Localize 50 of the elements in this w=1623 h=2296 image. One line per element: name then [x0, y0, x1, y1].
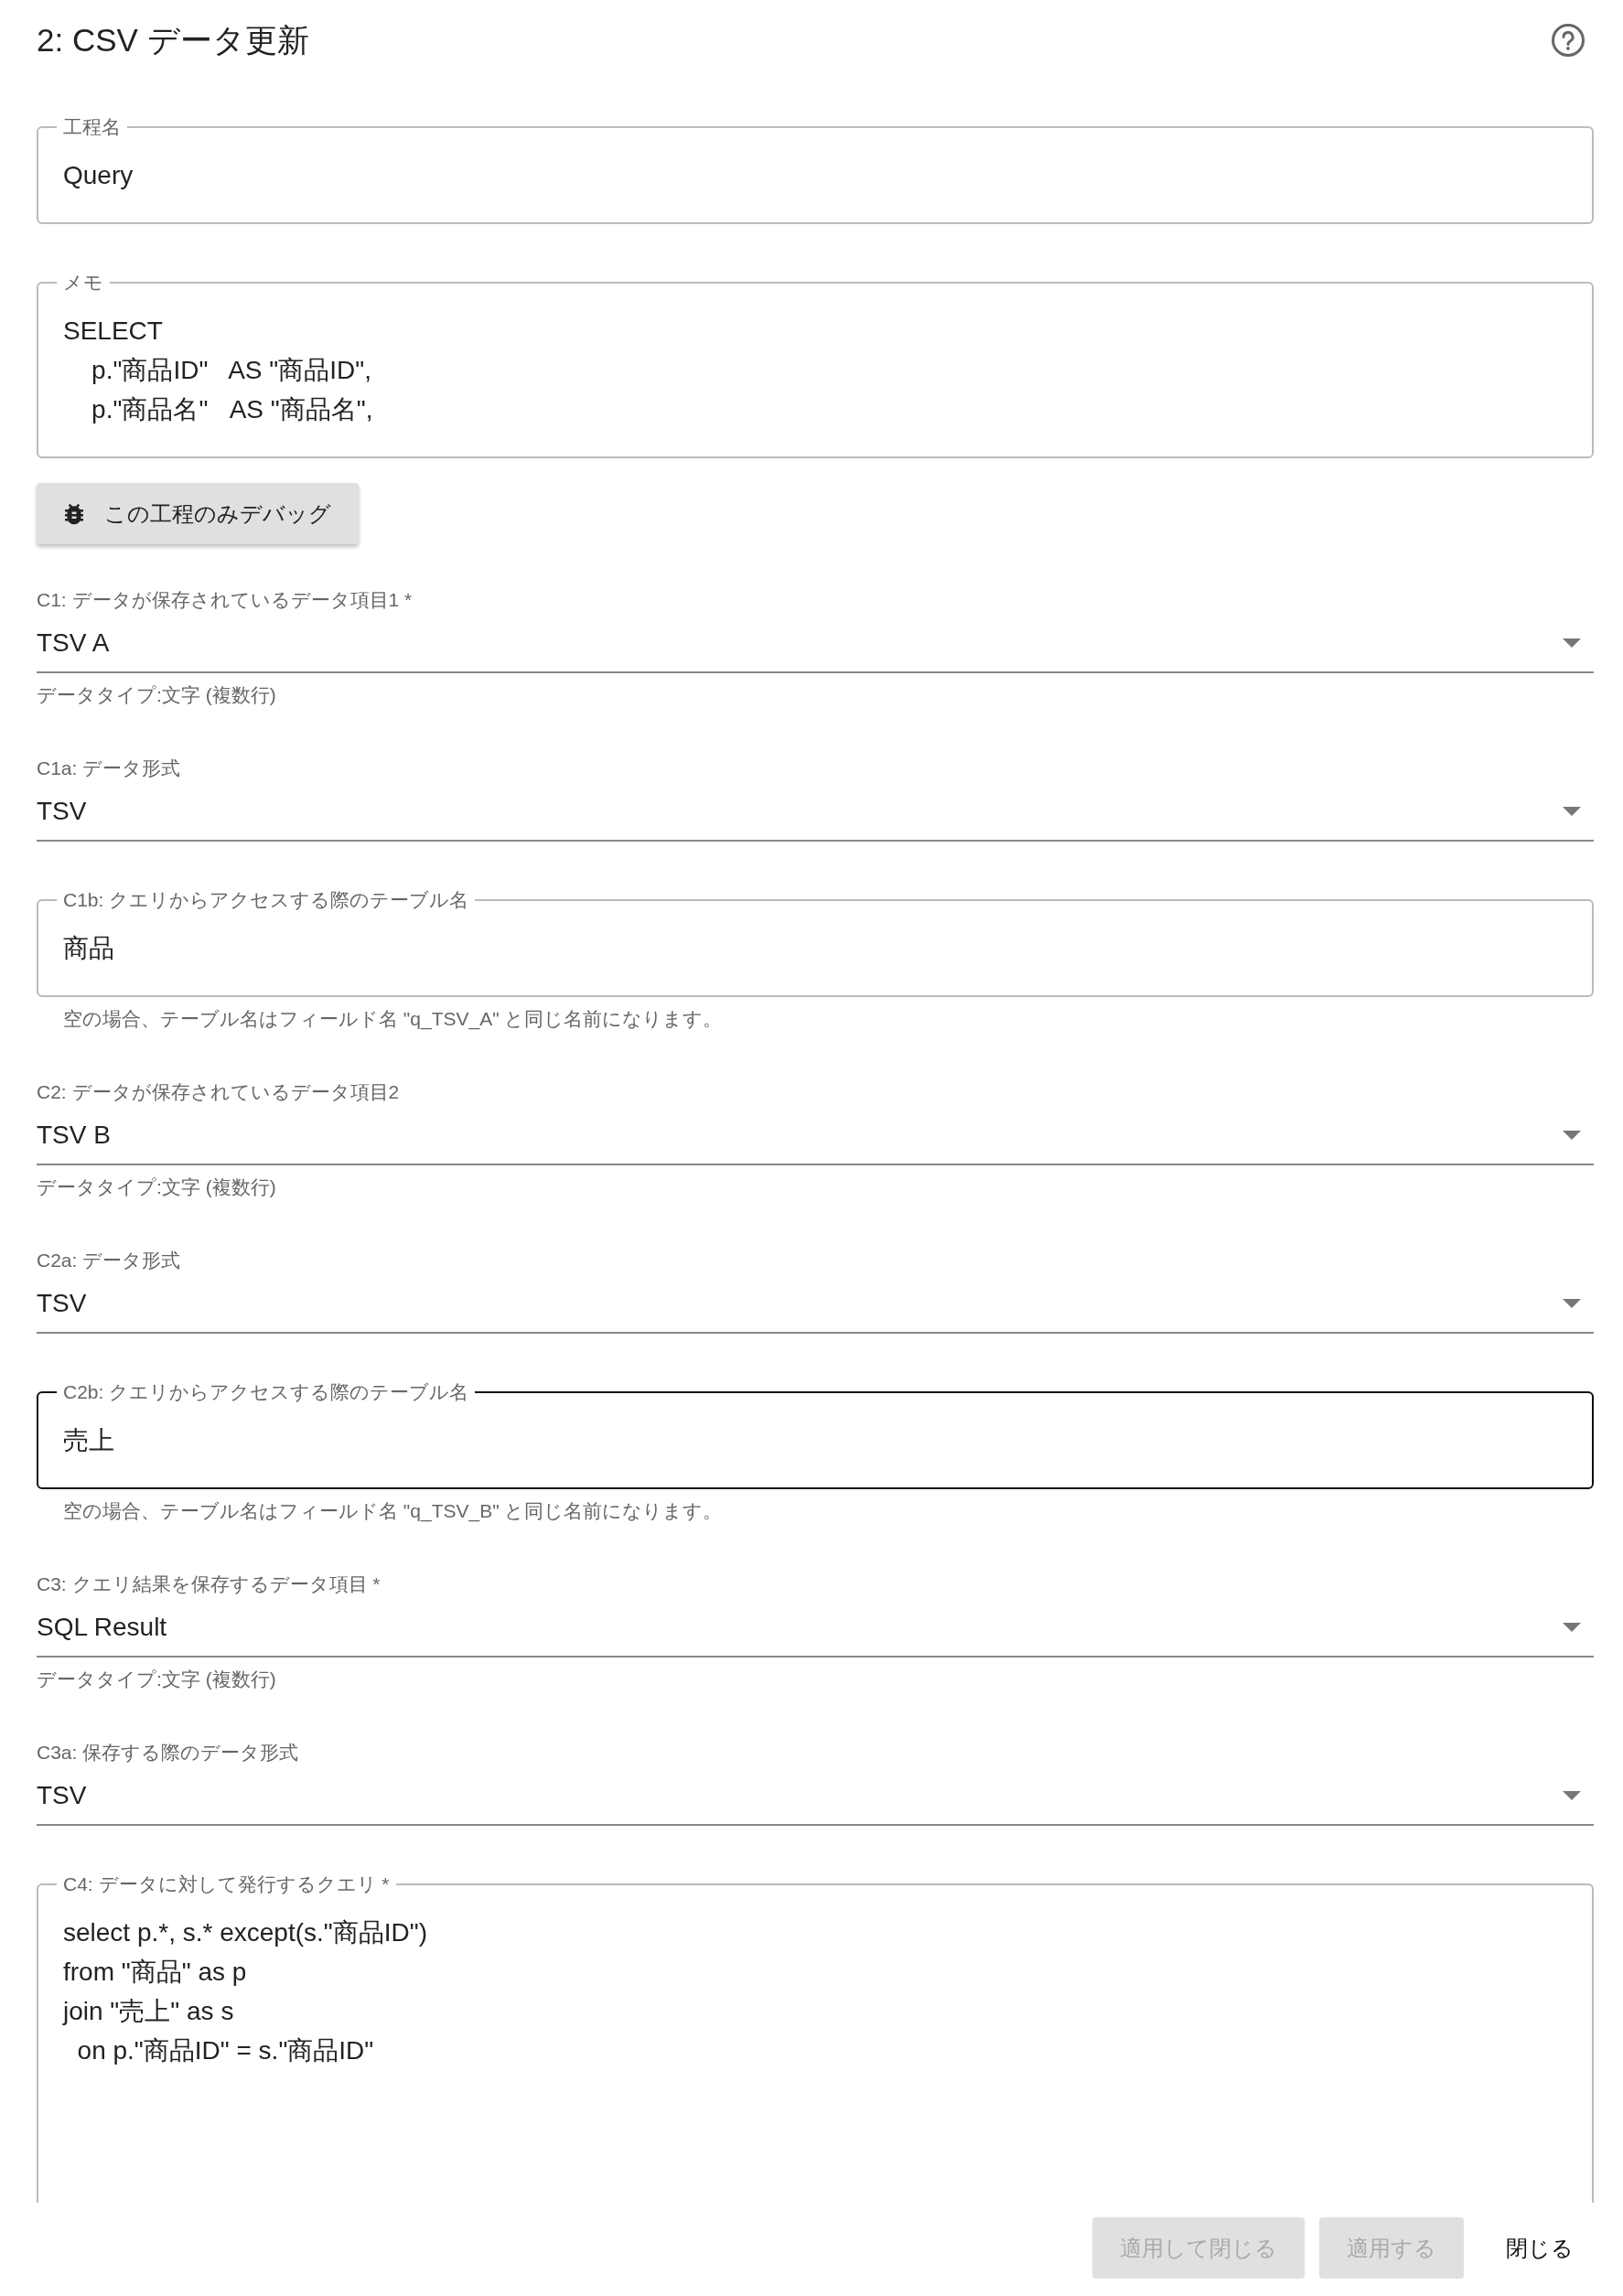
select-value: TSV A — [37, 628, 110, 658]
select-value: TSV — [37, 797, 87, 826]
dropdown-arrow-icon — [1563, 1623, 1581, 1632]
field-label: C4: データに対して発行するクエリ * — [62, 1872, 391, 1896]
dropdown-arrow-icon — [1563, 1791, 1581, 1800]
field-hint: データタイプ:文字 (複数行) — [37, 1175, 277, 1199]
code-line: from "商品" as p — [63, 1957, 248, 1988]
code-line: select p.*, s.* except(s."商品ID") — [63, 1917, 428, 1948]
select-value: TSV B — [37, 1121, 111, 1150]
dropdown-arrow-icon — [1563, 807, 1581, 816]
field-label: C1b: クエリからアクセスする際のテーブル名 — [62, 888, 470, 912]
select-field[interactable]: SQL Result — [37, 1599, 1594, 1658]
select-field[interactable]: TSV — [37, 1767, 1594, 1826]
dropdown-arrow-icon — [1563, 638, 1581, 648]
field-hint: 空の場合、テーブル名はフィールド名 "q_TSV_A" と同じ名前になります。 — [62, 1007, 724, 1032]
select-value: SQL Result — [37, 1613, 167, 1642]
text-field[interactable]: C2b: クエリからアクセスする際のテーブル名 売上 — [37, 1379, 1594, 1489]
select-field[interactable]: TSV — [37, 1275, 1594, 1334]
field-label: 工程名 — [62, 115, 122, 139]
field-value: 商品 — [63, 933, 115, 964]
dropdown-arrow-icon — [1563, 1299, 1581, 1308]
field-label: C2: データが保存されているデータ項目2 — [37, 1080, 401, 1104]
field-label: C3a: 保存する際のデータ形式 — [37, 1741, 300, 1765]
field-label: C2a: データ形式 — [37, 1249, 182, 1272]
select-field[interactable]: TSV B — [37, 1107, 1594, 1165]
field-label: C1: データが保存されているデータ項目1 * — [37, 588, 414, 612]
text-field[interactable]: C1b: クエリからアクセスする際のテーブル名 商品 — [37, 887, 1594, 997]
dialog-button[interactable]: 閉じる — [1478, 2217, 1601, 2279]
code-line: join "売上" as s — [63, 1996, 235, 2027]
field-value: 売上 — [63, 1425, 115, 1456]
help-icon[interactable] — [1551, 23, 1585, 58]
field-hint: 空の場合、テーブル名はフィールド名 "q_TSV_B" と同じ名前になります。 — [62, 1499, 724, 1524]
field-label: C3: クエリ結果を保存するデータ項目 * — [37, 1572, 382, 1596]
select-value: TSV — [37, 1781, 87, 1810]
select-field[interactable]: TSV A — [37, 615, 1594, 673]
debug-button[interactable]: この工程のみデバッグ — [37, 483, 359, 544]
select-field[interactable]: TSV — [37, 783, 1594, 842]
field-label: C1a: データ形式 — [37, 756, 182, 780]
text-line: p."商品ID" AS "商品ID", — [91, 355, 372, 386]
dialog-title: 2: CSV データ更新 — [37, 20, 309, 59]
field-label: C2b: クエリからアクセスする際のテーブル名 — [62, 1380, 470, 1404]
text-line: p."商品名" AS "商品名", — [91, 394, 374, 425]
field-label: メモ — [62, 271, 104, 295]
code-line: on p."商品ID" = s."商品ID" — [76, 2035, 375, 2066]
field-hint: データタイプ:文字 (複数行) — [37, 1668, 277, 1691]
dropdown-arrow-icon — [1563, 1131, 1581, 1140]
field-value: Query — [63, 160, 134, 191]
select-value: TSV — [37, 1289, 87, 1318]
text-line: SELECT — [63, 316, 164, 347]
field-hint: データタイプ:文字 (複数行) — [37, 683, 277, 707]
